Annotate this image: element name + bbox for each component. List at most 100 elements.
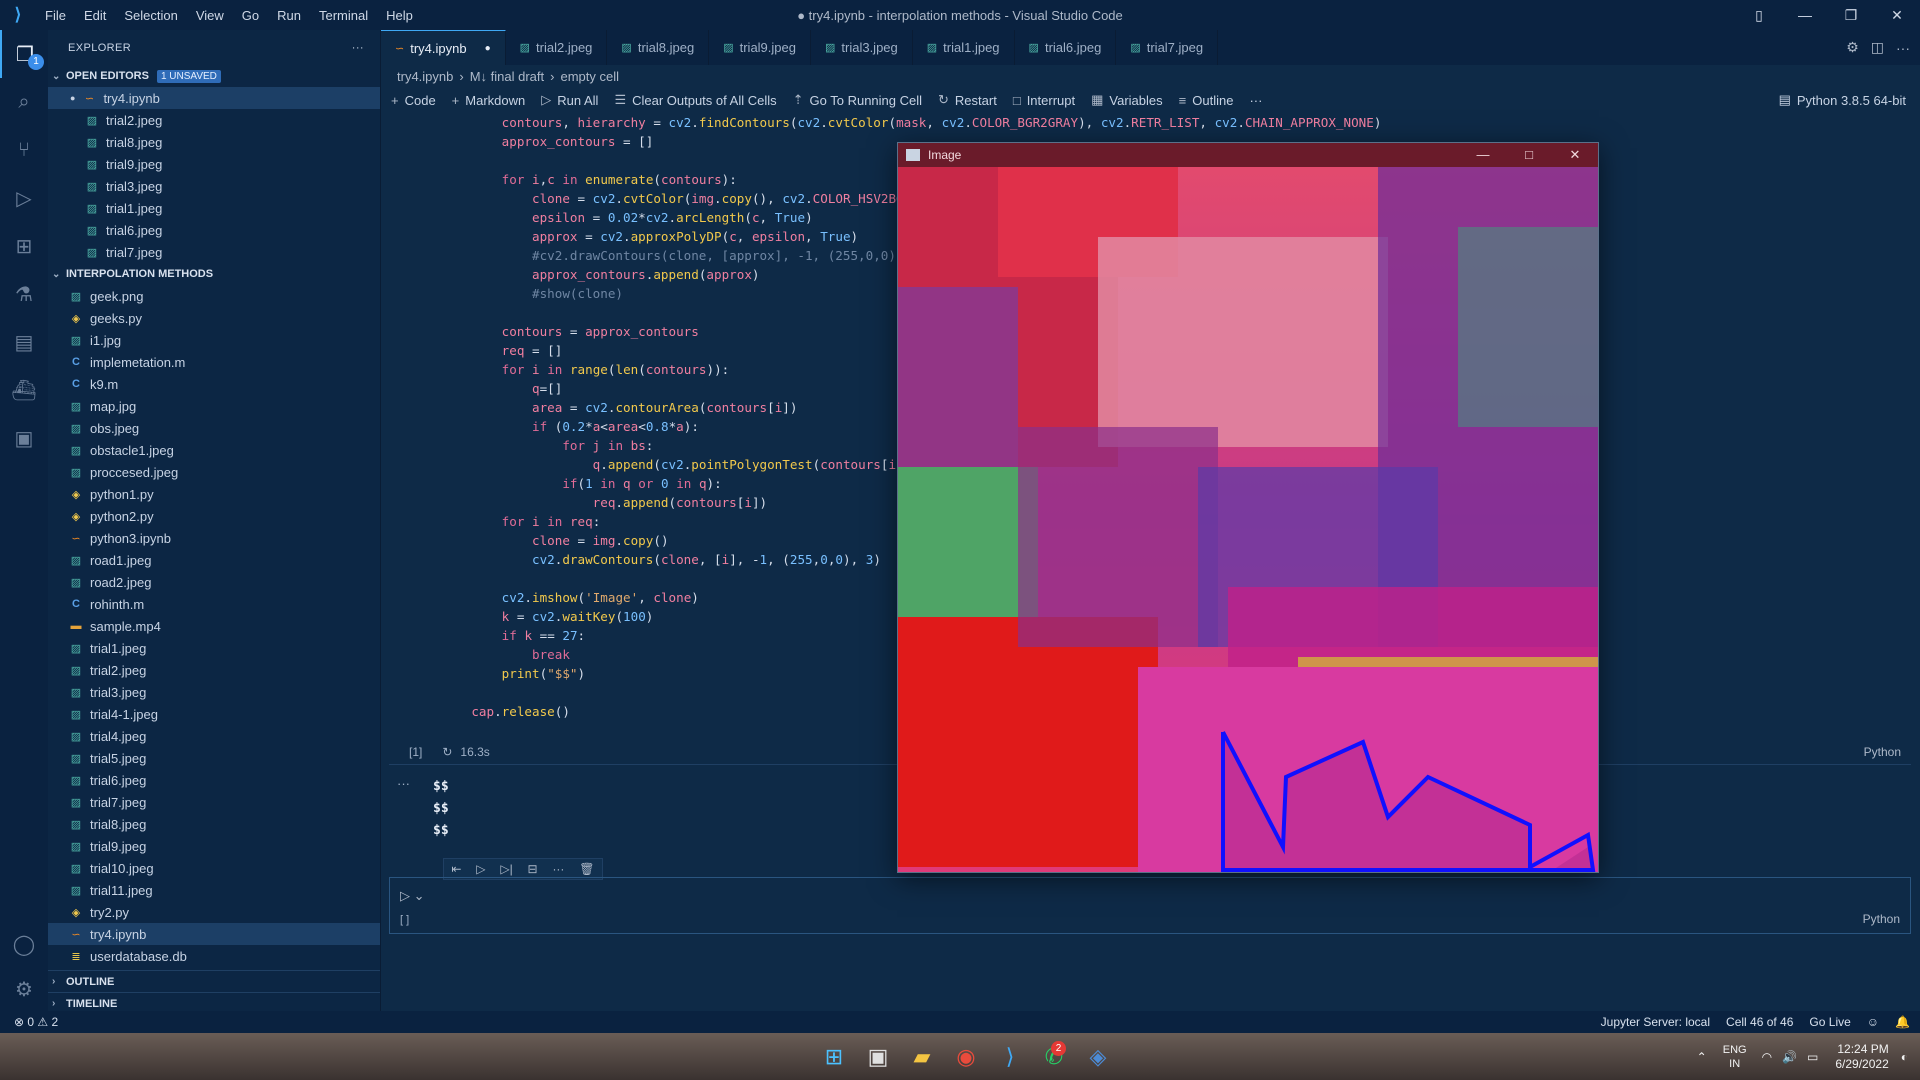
add-code-button[interactable]: + Code (391, 93, 436, 108)
menu-item-terminal[interactable]: Terminal (319, 8, 368, 23)
notifications-bell-icon[interactable]: 🔔 (1895, 1015, 1910, 1029)
split-cell-icon[interactable]: ⊟ (528, 862, 538, 876)
maximize-button[interactable]: □ (1506, 143, 1552, 167)
open-editors-section[interactable]: ⌄ OPEN EDITORS 1 UNSAVED (48, 65, 380, 87)
menu-item-file[interactable]: File (45, 8, 66, 23)
tab-trial8-jpeg[interactable]: ▨ trial8.jpeg (607, 30, 710, 65)
cell-position[interactable]: Cell 46 of 46 (1726, 1015, 1793, 1029)
tab-trial7-jpeg[interactable]: ▨ trial7.jpeg (1116, 30, 1219, 65)
kernel-picker[interactable]: ▤ Python 3.8.5 64-bit (1779, 87, 1906, 113)
file-tree-item[interactable]: ∽ try4.ipynb (48, 923, 380, 945)
minimize-button[interactable]: — (1460, 143, 1506, 167)
close-button[interactable]: ✕ (1552, 143, 1598, 167)
open-editor-item[interactable]: ▨ trial3.jpeg (48, 175, 380, 197)
extensions-icon[interactable]: ⊞ (0, 222, 48, 270)
menu-item-go[interactable]: Go (242, 8, 259, 23)
explorer-icon[interactable]: ❐ 1 (0, 30, 48, 78)
open-editor-item[interactable]: ▨ trial8.jpeg (48, 131, 380, 153)
empty-code-cell[interactable]: ▷ ⌄ [ ] Python (389, 877, 1911, 934)
file-tree-item[interactable]: ▨ trial10.jpeg (48, 857, 380, 879)
file-tree-item[interactable]: ▨ map.jpg (48, 395, 380, 417)
jupyter-server-status[interactable]: Jupyter Server: local (1601, 1015, 1710, 1029)
feedback-icon[interactable]: ☺ (1867, 1015, 1879, 1029)
windows-start-icon[interactable]: ⊞ (812, 1037, 856, 1077)
run-debug-icon[interactable]: ▷ (0, 174, 48, 222)
menu-item-edit[interactable]: Edit (84, 8, 106, 23)
battery-icon[interactable]: ▭ (1807, 1050, 1818, 1064)
restore-button[interactable]: ❐ (1828, 7, 1874, 24)
tab-try4-ipynb[interactable]: ∽ try4.ipynb ● (381, 30, 506, 65)
breadcrumb-item[interactable]: M↓ final draft (470, 69, 544, 84)
file-tree-item[interactable]: ▨ trial11.jpeg (48, 879, 380, 901)
file-tree-item[interactable]: ▨ trial2.jpeg (48, 659, 380, 681)
breadcrumb-item[interactable]: try4.ipynb (397, 69, 453, 84)
run-all-button[interactable]: ▷ Run All (541, 92, 598, 108)
file-tree-item[interactable]: ▨ trial4-1.jpeg (48, 703, 380, 725)
cell-language[interactable]: Python (1864, 745, 1901, 759)
run-cell-icon[interactable]: ▷ ⌄ (400, 888, 425, 904)
file-tree-item[interactable]: ▨ trial4.jpeg (48, 725, 380, 747)
accounts-icon[interactable]: ◯ (0, 920, 48, 968)
menu-item-help[interactable]: Help (386, 8, 413, 23)
file-tree-item[interactable]: ≣ userdatabase.db (48, 945, 380, 967)
language-indicator[interactable]: ENG IN (1723, 1043, 1747, 1071)
run-above-icon[interactable]: ⇤ (451, 862, 461, 876)
breadcrumb-item[interactable]: empty cell (560, 69, 619, 84)
docker-icon[interactable]: ⛴ (0, 366, 48, 414)
file-tree-item[interactable]: ▨ geek.png (48, 285, 380, 307)
go-live-button[interactable]: Go Live (1809, 1015, 1850, 1029)
tab-trial6-jpeg[interactable]: ▨ trial6.jpeg (1015, 30, 1117, 65)
tab-trial9-jpeg[interactable]: ▨ trial9.jpeg (709, 30, 811, 65)
file-tree-item[interactable]: ▨ trial8.jpeg (48, 813, 380, 835)
minimize-button[interactable]: — (1782, 7, 1828, 23)
outline-button[interactable]: ≡ Outline (1179, 93, 1234, 108)
python-icon[interactable]: ◈ (1076, 1037, 1120, 1077)
testing-icon[interactable]: ⚗ (0, 270, 48, 318)
run-below-icon[interactable]: ▷| (500, 862, 512, 876)
file-tree-item[interactable]: ∽ python3.ipynb (48, 527, 380, 549)
source-control-icon[interactable]: ⑂ (0, 126, 48, 174)
clock[interactable]: 12:24 PM 6/29/2022 (1835, 1042, 1888, 1072)
file-tree-item[interactable]: ▨ road1.jpeg (48, 549, 380, 571)
output-menu-icon[interactable]: ··· (397, 776, 410, 791)
file-tree-item[interactable]: Cimplemetation.m (48, 351, 380, 373)
restart-button[interactable]: ↻ Restart (938, 92, 997, 108)
add-markdown-button[interactable]: + Markdown (452, 93, 526, 108)
file-tree-item[interactable]: ◈ python1.py (48, 483, 380, 505)
more-actions-icon[interactable]: ··· (552, 862, 564, 876)
file-tree-item[interactable]: ▨ obstacle1.jpeg (48, 439, 380, 461)
file-tree-item[interactable]: ▨ trial7.jpeg (48, 791, 380, 813)
chrome-icon[interactable]: ◉ (944, 1037, 988, 1077)
notification-center-icon[interactable]: ◐ (1901, 1050, 1908, 1064)
delete-cell-icon[interactable]: 🗑 (579, 862, 594, 876)
opencv-image-window[interactable]: Image — □ ✕ (897, 142, 1599, 873)
remote-explorer-icon[interactable]: ▣ (0, 414, 48, 462)
file-tree-item[interactable]: ▨ trial5.jpeg (48, 747, 380, 769)
file-tree-item[interactable]: ▨ obs.jpeg (48, 417, 380, 439)
run-cell-icon[interactable]: ▷ (476, 862, 485, 876)
show-hidden-icons-icon[interactable]: ⌃ (1697, 1050, 1707, 1064)
file-tree-item[interactable]: ▨ trial1.jpeg (48, 637, 380, 659)
split-editor-icon[interactable]: ◫ (1871, 39, 1884, 56)
go-to-running-cell-button[interactable]: ⇡ Go To Running Cell (793, 92, 922, 108)
interrupt-button[interactable]: □ Interrupt (1013, 93, 1075, 108)
more-actions-icon[interactable]: ··· (1896, 40, 1910, 56)
task-view-icon[interactable]: ▣ (856, 1037, 900, 1077)
file-tree-item[interactable]: ▨ trial6.jpeg (48, 769, 380, 791)
file-tree-item[interactable]: ▨ proccesed.jpeg (48, 461, 380, 483)
open-editor-item[interactable]: ▨ trial6.jpeg (48, 219, 380, 241)
more-actions-icon[interactable]: ··· (352, 42, 364, 54)
file-explorer-icon[interactable]: ▰ (900, 1037, 944, 1077)
open-editor-item[interactable]: ▨ trial1.jpeg (48, 197, 380, 219)
close-button[interactable]: ✕ (1874, 7, 1920, 24)
file-tree-item[interactable]: ◈ try2.py (48, 901, 380, 923)
wifi-icon[interactable]: ◠ (1762, 1050, 1772, 1064)
file-tree-item[interactable]: ▨ trial9.jpeg (48, 835, 380, 857)
cell-language[interactable]: Python (1863, 912, 1900, 926)
open-editor-item[interactable]: ● ∽ try4.ipynb (48, 87, 380, 109)
file-tree-item[interactable]: ◈ geeks.py (48, 307, 380, 329)
tab-trial1-jpeg[interactable]: ▨ trial1.jpeg (913, 30, 1015, 65)
volume-icon[interactable]: 🔊 (1782, 1050, 1797, 1064)
file-tree-item[interactable]: ▨ road2.jpeg (48, 571, 380, 593)
notebook-icon[interactable]: ▤ (0, 318, 48, 366)
